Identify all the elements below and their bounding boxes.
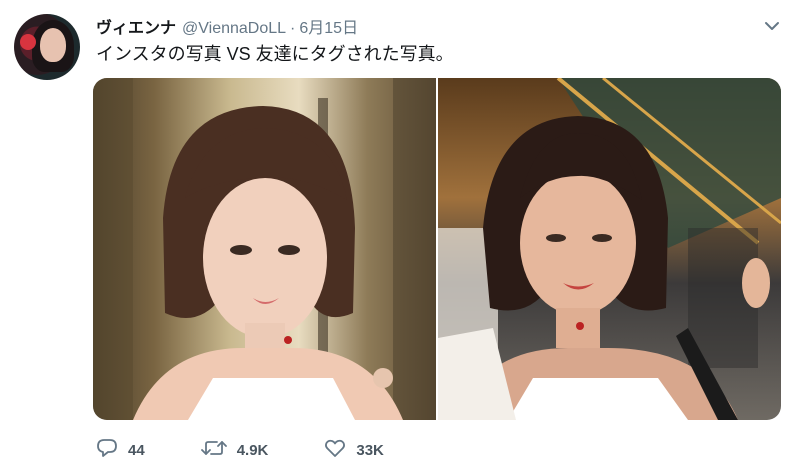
avatar-flower xyxy=(20,34,36,50)
retweet-button[interactable]: 4.9K xyxy=(200,438,269,462)
tweet-text: インスタの写真 VS 友達にタグされた写真。 xyxy=(96,44,454,64)
reply-icon xyxy=(96,438,118,462)
photo-left[interactable] xyxy=(93,78,436,420)
avatar-face xyxy=(40,28,66,62)
like-button[interactable]: 33K xyxy=(324,438,384,462)
retweet-count: 4.9K xyxy=(236,441,269,459)
user-handle[interactable]: @ViennaDoLL xyxy=(182,20,286,38)
display-name[interactable]: ヴィエンナ xyxy=(96,14,176,38)
chevron-down-icon[interactable] xyxy=(762,16,782,36)
separator-dot: · xyxy=(290,20,296,37)
tweet-media[interactable] xyxy=(93,78,781,420)
tweet-header: ヴィエンナ @ViennaDoLL · 6月15日 xyxy=(96,14,358,38)
reply-button[interactable]: 44 xyxy=(96,438,145,462)
tweet-date[interactable]: 6月15日 xyxy=(299,14,358,38)
tweet-actions: 44 4.9K 33K xyxy=(96,438,440,462)
reply-count: 44 xyxy=(128,441,145,459)
photo-right[interactable] xyxy=(438,78,781,420)
retweet-icon xyxy=(200,438,227,462)
heart-icon xyxy=(324,438,346,462)
like-count: 33K xyxy=(356,441,384,459)
avatar[interactable] xyxy=(14,14,80,80)
